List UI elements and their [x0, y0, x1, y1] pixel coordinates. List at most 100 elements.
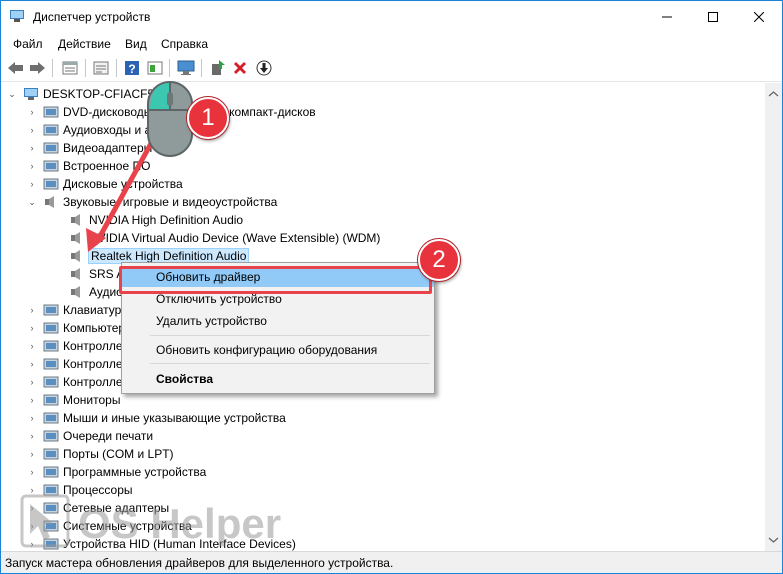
svg-text:?: ? [128, 62, 135, 76]
category-label: Видеоадаптеры [63, 141, 153, 155]
category-item[interactable]: › Клавиатуры [27, 301, 130, 319]
category-item[interactable]: › Порты (COM и LPT) [27, 445, 174, 463]
category-item[interactable]: › Видеоадаптеры [27, 139, 153, 157]
expand-chevron-icon[interactable]: › [27, 413, 37, 423]
expand-chevron-icon[interactable]: › [27, 305, 37, 315]
status-text: Запуск мастера обновления драйверов для … [5, 556, 394, 570]
maximize-button[interactable] [690, 1, 736, 32]
category-item[interactable]: › Программные устройства [27, 463, 207, 481]
device-item[interactable]: NVIDIA Virtual Audio Device (Wave Extens… [63, 229, 380, 247]
category-item[interactable]: › Дисковые устройства [27, 175, 183, 193]
expand-chevron-icon[interactable]: › [27, 359, 37, 369]
status-bar: Запуск мастера обновления драйверов для … [1, 551, 782, 573]
vertical-scrollbar[interactable] [765, 83, 782, 551]
scan-hardware-button[interactable] [177, 59, 195, 77]
device-category-icon [43, 160, 59, 172]
category-label: Мыши и иные указывающие устройства [63, 411, 286, 425]
device-category-icon [43, 340, 59, 352]
properties-menu-item[interactable]: Свойства [122, 369, 434, 389]
minimize-button[interactable] [644, 1, 690, 32]
device-item[interactable]: NVIDIA High Definition Audio [63, 211, 243, 229]
expand-chevron-icon[interactable]: › [27, 431, 37, 441]
expand-chevron-icon[interactable]: › [27, 377, 37, 387]
menu-action[interactable]: Действие [58, 37, 111, 51]
category-item[interactable]: › Мыши и иные указывающие устройства [27, 409, 286, 427]
category-label: Компьютер [63, 321, 126, 335]
device-category-icon [43, 322, 59, 334]
category-item[interactable]: › Компьютер [27, 319, 126, 337]
properties-button[interactable] [61, 59, 79, 77]
speaker-icon [71, 214, 80, 226]
toolbar-separator [85, 59, 86, 77]
collapse-chevron-icon[interactable]: ⌄ [7, 89, 17, 99]
category-label: Программные устройства [63, 465, 207, 479]
device-label: NVIDIA Virtual Audio Device (Wave Extens… [89, 231, 381, 245]
category-item[interactable]: › Очереди печати [27, 427, 154, 445]
device-category-icon [43, 394, 59, 406]
expand-chevron-icon[interactable]: › [27, 161, 37, 171]
device-category-icon [43, 466, 59, 478]
expand-chevron-icon[interactable]: › [27, 179, 37, 189]
device-label: Realtek High Definition Audio [87, 248, 250, 264]
toolbar-separator [52, 59, 53, 77]
expand-chevron-icon[interactable]: › [27, 323, 37, 333]
uninstall-button[interactable] [231, 59, 249, 77]
expand-chevron-icon[interactable]: › [27, 107, 37, 117]
update-driver-button[interactable] [209, 59, 227, 77]
device-category-icon [43, 430, 59, 442]
download-button[interactable] [255, 59, 273, 77]
step-1-badge: 1 [187, 97, 229, 139]
category-label: Встроенное ПО [63, 159, 151, 173]
tree-root[interactable]: ⌄ DESKTOP-CFIACF5 [7, 85, 154, 103]
category-label: Очереди печати [63, 429, 154, 443]
toolbar: ? [1, 55, 782, 82]
step-2-badge: 2 [418, 239, 460, 281]
back-button[interactable] [7, 59, 25, 77]
computer-icon [24, 88, 38, 100]
category-label: Мониторы [63, 393, 121, 407]
toolbar-separator [116, 59, 117, 77]
help-button[interactable]: ? [123, 59, 141, 77]
expand-chevron-icon[interactable]: › [27, 143, 37, 153]
menu-separator [150, 335, 430, 336]
expand-chevron-icon[interactable]: › [27, 341, 37, 351]
category-item[interactable]: › Встроенное ПО [27, 157, 151, 175]
back-arrow-icon [8, 62, 23, 74]
device-category-icon [43, 178, 59, 190]
category-label: Клавиатуры [63, 303, 130, 317]
show-hide-icon [93, 61, 109, 75]
view-button[interactable] [146, 59, 164, 77]
speaker-icon [71, 232, 80, 244]
menu-view[interactable]: Вид [125, 37, 147, 51]
scroll-up-icon[interactable] [765, 87, 782, 101]
collapse-chevron-icon[interactable]: ⌄ [27, 197, 37, 207]
menu-separator [150, 363, 430, 364]
expand-chevron-icon[interactable]: › [27, 467, 37, 477]
device-category-icon [43, 142, 59, 154]
category-label: Звуковые, игровые и видеоустройства [63, 195, 278, 209]
view-icon [147, 61, 163, 75]
help-icon: ? [125, 61, 139, 76]
expand-chevron-icon[interactable]: › [27, 125, 37, 135]
scan-hardware-menu-item[interactable]: Обновить конфигурацию оборудования [122, 340, 434, 360]
scroll-down-icon[interactable] [765, 533, 782, 547]
window-title: Диспетчер устройств [33, 10, 151, 24]
device-manager-icon [10, 10, 24, 22]
forward-arrow-icon [30, 62, 45, 74]
expand-chevron-icon[interactable]: › [27, 449, 37, 459]
forward-button[interactable] [28, 59, 46, 77]
category-label: Порты (COM и LPT) [63, 447, 174, 461]
highlight-box [119, 266, 432, 294]
expand-chevron-icon[interactable]: › [27, 395, 37, 405]
menu-help[interactable]: Справка [161, 37, 208, 51]
title-bar: Диспетчер устройств [1, 1, 782, 32]
uninstall-device-menu-item[interactable]: Удалить устройство [122, 311, 434, 331]
maximize-icon [708, 11, 718, 22]
category-item[interactable]: › Мониторы [27, 391, 121, 409]
properties-icon [62, 61, 78, 75]
close-button[interactable] [736, 1, 782, 32]
show-hide-button[interactable] [92, 59, 110, 77]
menu-file[interactable]: Файл [13, 37, 43, 51]
category-item[interactable]: ⌄ Звуковые, игровые и видеоустройства [27, 193, 277, 211]
toolbar-separator [169, 59, 170, 77]
